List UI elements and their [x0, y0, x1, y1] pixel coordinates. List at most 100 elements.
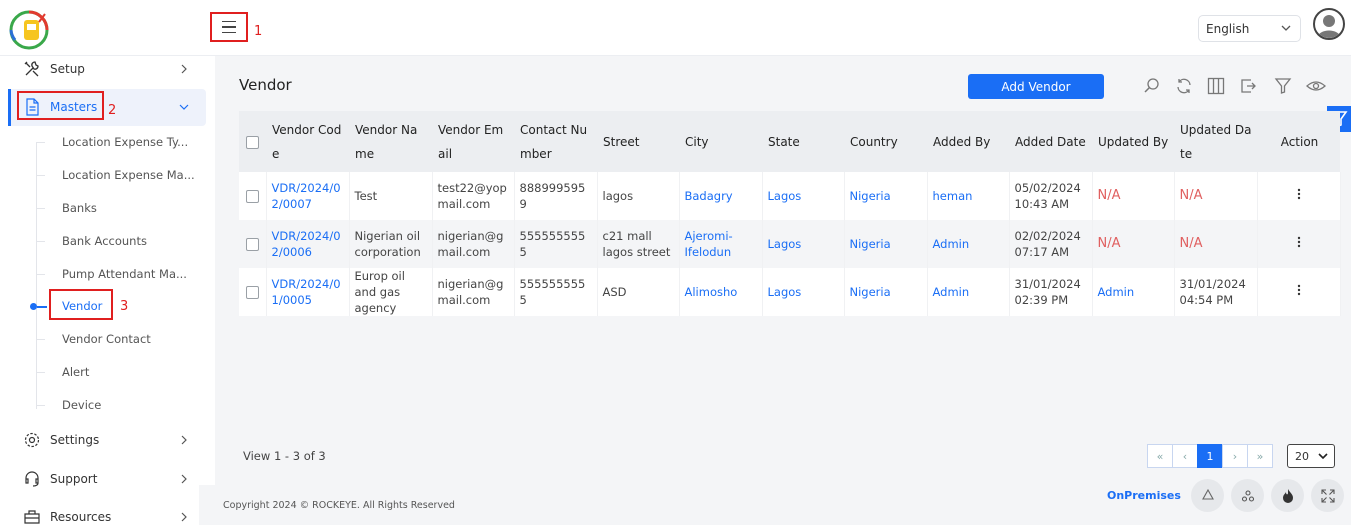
more-vertical-icon[interactable] [1297, 188, 1301, 200]
country-link[interactable]: Nigeria [844, 220, 928, 268]
column-header[interactable]: Added By [927, 111, 1009, 172]
sidebar-item-label: Settings [50, 433, 100, 447]
app-logo[interactable] [7, 6, 51, 50]
user-avatar[interactable] [1313, 8, 1345, 40]
added-by-link[interactable]: Admin [927, 220, 1010, 268]
column-header[interactable]: State [762, 111, 844, 172]
fullscreen-button[interactable] [1311, 479, 1344, 512]
sidebar-item-banks[interactable]: Banks [62, 201, 97, 215]
row-checkbox[interactable] [245, 286, 259, 299]
gear-icon [24, 432, 40, 448]
state-link[interactable]: Lagos [762, 268, 845, 316]
column-header[interactable]: Updated Date [1174, 111, 1257, 172]
recycle-icon [1201, 488, 1214, 500]
column-header[interactable]: Vendor Code [266, 111, 349, 172]
add-vendor-button[interactable]: Add Vendor [968, 74, 1104, 99]
chevron-down-icon [1281, 25, 1291, 31]
chevron-down-icon [1318, 453, 1328, 460]
fire-button[interactable] [1271, 479, 1304, 512]
page-1-button[interactable]: 1 [1197, 444, 1223, 468]
table-row: VDR/2024/02/0006 Nigerian oil corporatio… [239, 220, 1341, 268]
column-header[interactable]: City [679, 111, 762, 172]
language-select[interactable]: English [1198, 15, 1301, 42]
sidebar-item-resources[interactable]: Resources [0, 501, 215, 525]
sidebar-item-label: Resources [50, 510, 112, 524]
columns-icon[interactable] [1207, 77, 1225, 95]
page-size-value: 20 [1295, 450, 1309, 463]
updated-date: N/A [1174, 220, 1258, 268]
last-page-button[interactable]: » [1247, 444, 1273, 468]
added-by-link[interactable]: Admin [927, 268, 1010, 316]
refresh-icon[interactable] [1175, 77, 1193, 95]
export-icon[interactable] [1239, 77, 1257, 95]
row-checkbox[interactable] [245, 238, 259, 251]
chevron-down-icon [179, 104, 189, 110]
vendor-code-link[interactable]: VDR/2024/01/0005 [266, 268, 350, 316]
eye-icon[interactable] [1306, 77, 1326, 95]
sidebar-item-settings[interactable]: Settings [0, 424, 215, 456]
column-header[interactable]: Updated By [1092, 111, 1174, 172]
updated-by: N/A [1092, 172, 1175, 220]
sidebar-item-bank-accounts[interactable]: Bank Accounts [62, 234, 147, 248]
headset-icon [25, 471, 39, 487]
filter-icon[interactable] [1274, 77, 1292, 95]
copyright-text: Copyright 2024 © ROCKEYE. All Rights Res… [223, 500, 455, 511]
sidebar-item-vendor[interactable]: Vendor [62, 299, 102, 313]
sidebar-item-setup[interactable]: Setup [0, 53, 215, 85]
country-link[interactable]: Nigeria [844, 268, 928, 316]
vendor-table: Vendor Code Vendor Name Vendor Email Con… [239, 111, 1341, 316]
column-header[interactable]: Country [844, 111, 927, 172]
cluster-button[interactable] [1231, 479, 1264, 512]
next-page-button[interactable]: › [1222, 444, 1248, 468]
column-header[interactable]: Contact Number [514, 111, 597, 172]
sidebar-item-support[interactable]: Support [0, 463, 215, 495]
sidebar-item-device[interactable]: Device [62, 398, 101, 412]
select-all-cell [239, 111, 266, 172]
menu-toggle-button[interactable] [210, 12, 248, 42]
prev-page-button[interactable]: ‹ [1172, 444, 1198, 468]
column-header[interactable]: Vendor Name [349, 111, 432, 172]
sidebar-item-location-expense-master[interactable]: Location Expense Ma... [62, 168, 195, 182]
sidebar-item-alert[interactable]: Alert [62, 365, 89, 379]
more-vertical-icon[interactable] [1297, 236, 1301, 248]
column-header[interactable]: Vendor Email [432, 111, 514, 172]
more-vertical-icon[interactable] [1297, 284, 1301, 296]
sidebar-item-label: Setup [50, 62, 85, 76]
country-link[interactable]: Nigeria [844, 172, 928, 220]
city-link[interactable]: Alimosho [679, 268, 763, 316]
row-checkbox[interactable] [245, 190, 259, 203]
fire-icon [1282, 488, 1293, 503]
column-header[interactable]: Added Date [1009, 111, 1092, 172]
annotation-3: 3 [120, 299, 129, 314]
page-title: Vendor [239, 76, 292, 94]
sidebar-item-location-expense-type[interactable]: Location Expense Ty... [62, 135, 188, 149]
chevron-right-icon [181, 474, 187, 484]
sidebar-item-label: Support [50, 472, 98, 486]
pagination: « ‹ 1 › » [1147, 444, 1273, 468]
updated-date: 31/01/2024 04:54 PM [1174, 268, 1258, 316]
column-header[interactable]: Street [597, 111, 679, 172]
deployment-mode-label: OnPremises [1107, 489, 1181, 502]
updated-date: N/A [1174, 172, 1258, 220]
column-header: Action [1257, 111, 1340, 172]
added-by-link[interactable]: heman [927, 172, 1010, 220]
first-page-button[interactable]: « [1147, 444, 1173, 468]
vendor-code-link[interactable]: VDR/2024/02/0006 [266, 220, 350, 268]
sidebar-item-pump-attendant[interactable]: Pump Attendant Ma... [62, 267, 187, 281]
sidebar-item-vendor-contact[interactable]: Vendor Contact [62, 332, 151, 346]
language-value: English [1206, 22, 1250, 36]
page-size-select[interactable]: 20 [1287, 444, 1335, 468]
select-all-checkbox[interactable] [246, 135, 259, 149]
updated-by-link[interactable]: Admin [1092, 268, 1175, 316]
city-link[interactable]: Badagry [679, 172, 763, 220]
vendor-name: Test [349, 172, 433, 220]
search-icon[interactable] [1143, 77, 1161, 95]
vendor-code-link[interactable]: VDR/2024/02/0007 [266, 172, 350, 220]
state-link[interactable]: Lagos [762, 172, 845, 220]
document-icon [26, 98, 39, 116]
state-link[interactable]: Lagos [762, 220, 845, 268]
chevron-right-icon [181, 435, 187, 445]
city-link[interactable]: Ajeromi-Ifelodun [679, 220, 763, 268]
user-icon [1317, 15, 1341, 38]
recycle-button[interactable] [1191, 479, 1224, 512]
